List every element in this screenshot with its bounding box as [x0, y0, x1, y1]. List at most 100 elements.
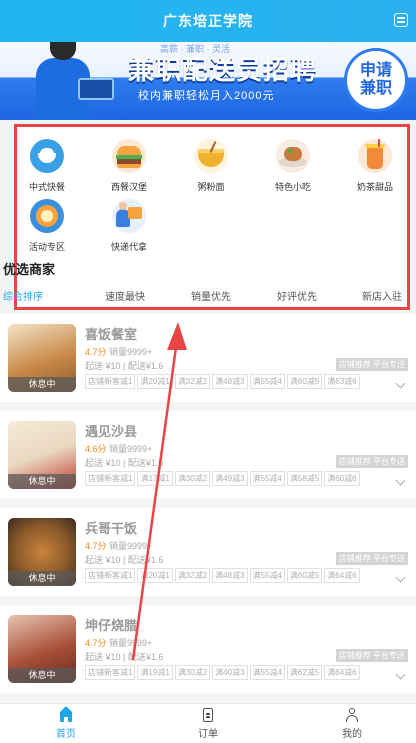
apply-badge-line2: 兼职	[359, 80, 392, 97]
snack-plate-icon	[276, 139, 310, 173]
category-item[interactable]: 活动专区	[17, 199, 77, 253]
promo-chip: 满40减3	[212, 665, 248, 680]
promo-chip: 满30减2	[174, 471, 211, 486]
promo-chip: 满17减1	[137, 471, 173, 486]
section-title: 优选商家	[3, 262, 56, 277]
apply-badge[interactable]: 申请 兼职	[344, 48, 408, 112]
shop-delivery-fee: 配送¥1.6	[127, 555, 164, 565]
shop-name: 兵哥干饭	[85, 521, 138, 536]
category-item[interactable]: 特色小吃	[263, 139, 323, 193]
shop-min-order: 起送 ¥10	[85, 361, 121, 371]
shop-status: 休息中	[8, 571, 76, 586]
shop-tag: 店铺推荐 平台专送	[335, 649, 408, 662]
shop-thumbnail: 休息中	[8, 324, 76, 392]
shop-card[interactable]: 休息中 喜饭餐室 4.7分 销量9999+ 起送 ¥10 | 配送¥1.6 店铺…	[0, 314, 416, 402]
category-label: 特色小吃	[274, 182, 311, 192]
tab-label: 首页	[56, 729, 76, 740]
promo-chip: 满19减1	[137, 665, 173, 680]
sort-option[interactable]: 综合排序	[3, 288, 43, 303]
shop-card[interactable]: 休息中 坤仔烧腊 4.7分 销量9999+ 起送 ¥10 | 配送¥1.6 店铺…	[0, 605, 416, 693]
shop-fees: 起送 ¥10 | 配送¥1.6	[85, 458, 164, 468]
promo-chip: 满48减3	[212, 374, 248, 389]
banner-subtitle: 校内兼职轻松月入2000元	[138, 90, 275, 102]
category-item[interactable]: 西餐汉堡	[99, 139, 159, 193]
bottom-tab-bar: 首页 订单 我的	[0, 703, 416, 743]
shop-card[interactable]: 休息中 遇见沙县 4.6分 销量9999+ 起送 ¥10 | 配送¥1.6 店铺…	[0, 411, 416, 499]
shop-card[interactable]: 休息中 兵哥干饭 4.7分 销量9999+ 起送 ¥10 | 配送¥1.6 店铺…	[0, 508, 416, 596]
shop-min-order: 起送 ¥10	[85, 458, 121, 468]
page-title: 广东培正学院	[163, 13, 253, 29]
order-icon	[201, 708, 215, 722]
promo-chip: 满55减4	[249, 374, 285, 389]
promo-chip: 满49减3	[212, 471, 248, 486]
promo-chip: 满32减2	[174, 568, 211, 583]
promo-chip: 满62减5	[286, 665, 323, 680]
activity-icon	[30, 199, 64, 233]
chevron-down-icon[interactable]	[395, 572, 406, 583]
shop-thumbnail: 休息中	[8, 518, 76, 586]
shop-sales: 销量9999+	[109, 638, 153, 648]
profile-icon	[345, 708, 359, 722]
promo-list: 店铺新客减1 满20减1 满32减2 满48减3 满55减4 满60减5 满63减6	[85, 374, 360, 389]
category-grid: 中式快餐 西餐汉堡 粥粉面 特色小吃 奶茶甜品 活动专区 快递代拿	[14, 124, 410, 310]
sort-option[interactable]: 新店入驻	[362, 288, 402, 303]
menu-icon[interactable]	[394, 13, 408, 27]
category-item[interactable]: 中式快餐	[17, 139, 77, 193]
category-label: 奶茶甜品	[356, 182, 393, 192]
shop-score: 4.7分	[85, 541, 107, 551]
sort-option[interactable]: 速度最快	[105, 288, 145, 303]
shop-rating: 4.7分 销量9999+	[85, 539, 152, 552]
promo-list: 店铺新客减1 满17减1 满30减2 满49减3 满55减4 满58减5 满60减6	[85, 471, 360, 486]
shop-name: 喜饭餐室	[85, 327, 138, 342]
tab-profile[interactable]: 我的	[322, 708, 382, 740]
category-label: 快递代拿	[110, 242, 147, 252]
category-item[interactable]: 快递代拿	[99, 199, 159, 253]
shop-delivery-fee: 配送¥1.6	[127, 652, 164, 662]
shop-sales: 销量9999+	[109, 444, 153, 454]
promo-chip: 满30减2	[174, 665, 211, 680]
sort-option[interactable]: 好评优先	[277, 288, 317, 303]
category-item[interactable]: 粥粉面	[181, 139, 241, 193]
shop-tag: 店铺推荐 平台专送	[335, 552, 408, 565]
shop-score: 4.7分	[85, 347, 107, 357]
shop-name: 坤仔烧腊	[85, 618, 138, 633]
sort-option[interactable]: 销量优先	[191, 288, 231, 303]
chevron-down-icon[interactable]	[395, 475, 406, 486]
recruit-banner[interactable]: 高薪 · 兼职 · 灵活 兼职配送员招聘 校内兼职轻松月入2000元 申请 兼职	[0, 42, 416, 120]
promo-chip: 店铺新客减1	[85, 374, 136, 389]
chevron-down-icon[interactable]	[395, 669, 406, 680]
tab-home[interactable]: 首页	[36, 705, 96, 740]
app-header: 广东培正学院	[0, 0, 416, 42]
promo-chip: 满60减5	[286, 374, 323, 389]
shop-min-order: 起送 ¥10	[85, 555, 121, 565]
shop-status: 休息中	[8, 668, 76, 683]
promo-chip: 满60减5	[286, 568, 323, 583]
shop-score: 4.6分	[85, 444, 107, 454]
shop-status: 休息中	[8, 377, 76, 392]
shop-tag: 店铺推荐 平台专送	[335, 358, 408, 371]
shop-fees: 起送 ¥10 | 配送¥1.6	[85, 361, 164, 371]
milk-tea-icon	[358, 139, 392, 173]
promo-chip: 满55减4	[249, 568, 285, 583]
promo-list: 店铺新客减1 满19减1 满30减2 满40减3 满55减4 满62减5 满64减6	[85, 665, 360, 680]
tab-label: 订单	[198, 729, 218, 740]
promo-chip: 店铺新客减1	[85, 568, 136, 583]
courier-illustration	[30, 42, 116, 120]
category-item[interactable]: 奶茶甜品	[345, 139, 405, 193]
shop-thumbnail: 休息中	[8, 421, 76, 489]
rice-bowl-icon	[30, 139, 64, 173]
tab-label: 我的	[342, 729, 362, 740]
promo-chip: 满55减4	[249, 471, 285, 486]
shop-delivery-fee: 配送¥1.6	[127, 361, 164, 371]
promo-chip: 店铺新客减1	[85, 471, 136, 486]
category-label: 西餐汉堡	[110, 182, 147, 192]
tab-orders[interactable]: 订单	[178, 708, 238, 740]
category-label: 活动专区	[28, 242, 65, 252]
promo-chip: 满64减6	[324, 568, 360, 583]
promo-chip: 满60减6	[324, 471, 360, 486]
delivery-icon	[112, 199, 146, 233]
chevron-down-icon[interactable]	[395, 378, 406, 389]
promo-chip: 满32减2	[174, 374, 211, 389]
home-icon	[58, 705, 74, 722]
shop-min-order: 起送 ¥10	[85, 652, 121, 662]
